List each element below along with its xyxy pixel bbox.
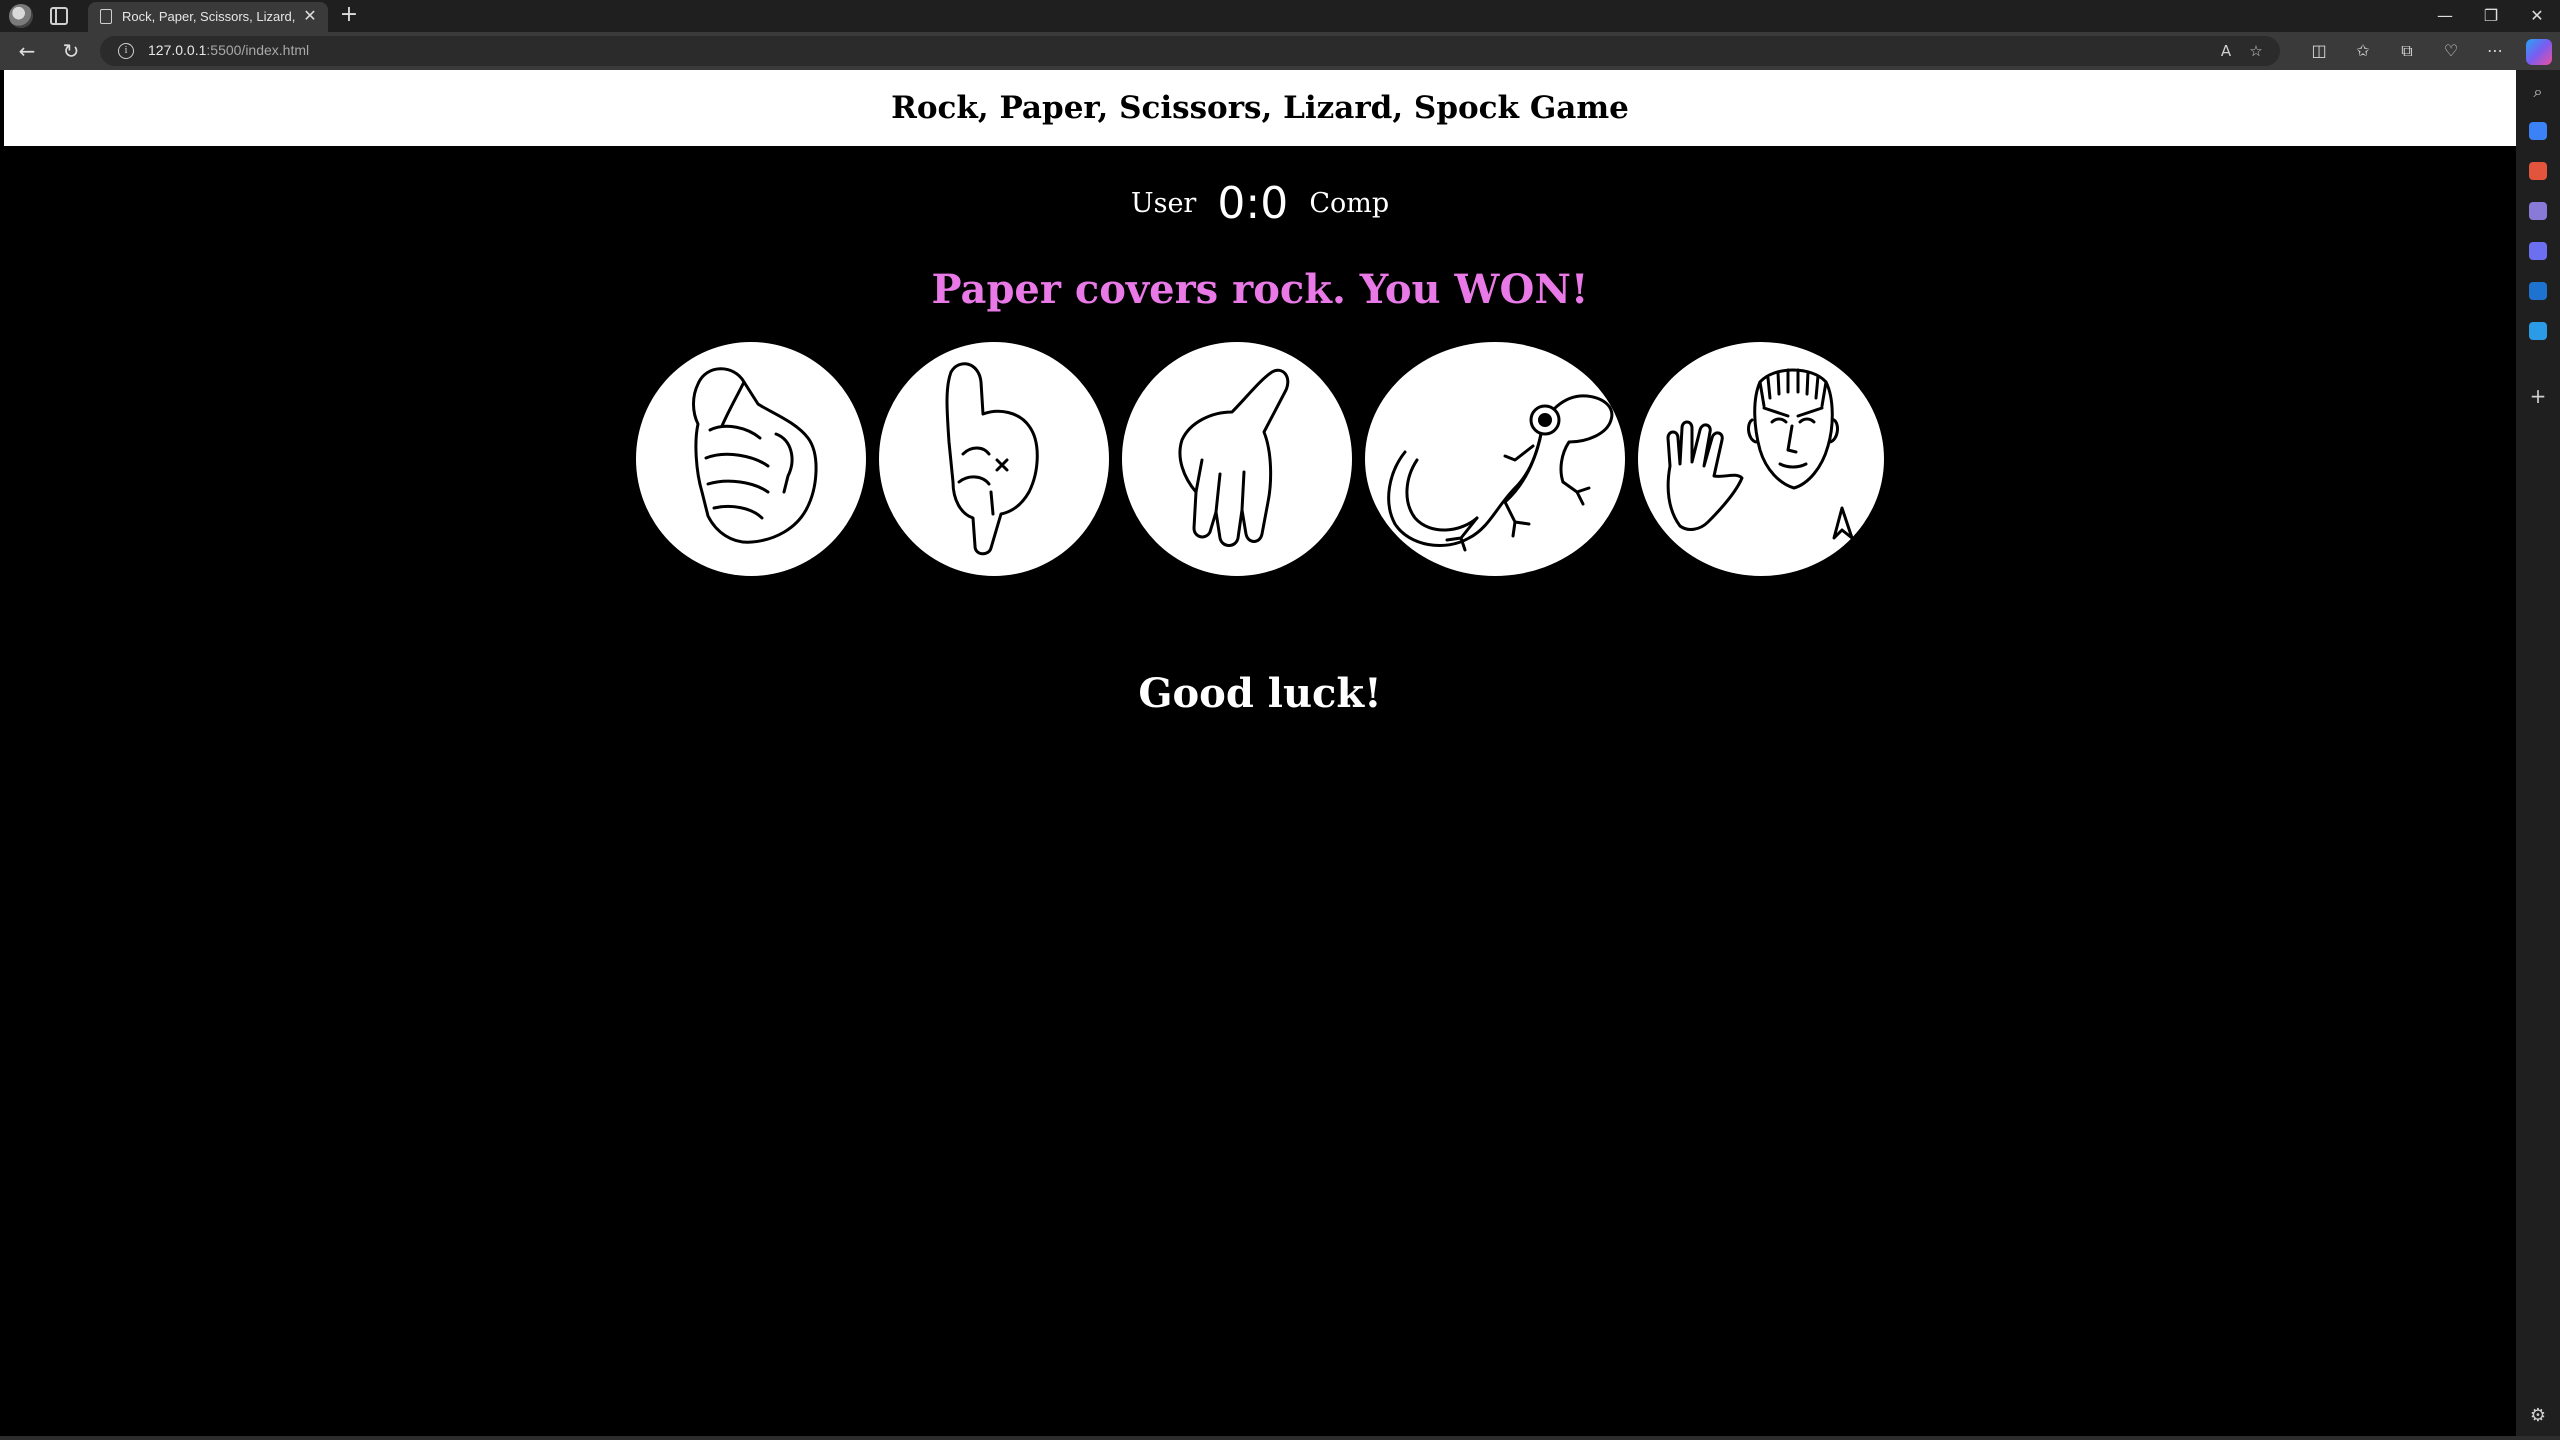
minimize-icon[interactable]: — [2422,0,2468,32]
sidebar-add-icon[interactable]: + [2528,386,2548,406]
spock-icon [1666,368,1854,540]
rock-choice[interactable] [636,342,866,576]
browser-tab-active[interactable]: Rock, Paper, Scissors, Lizard, Spock Gam… [88,2,328,32]
page-header: Rock, Paper, Scissors, Lizard, Spock Gam… [4,70,2516,146]
sidebar-outlook-icon[interactable] [2529,282,2547,300]
status-message: Good luck! [1138,670,1382,717]
window-close-icon[interactable]: ✕ [2514,0,2560,32]
sidebar-send-icon[interactable] [2529,322,2547,340]
profile-avatar[interactable] [9,4,33,28]
back-arrow-icon[interactable]: ← [14,38,40,64]
tab-close-icon[interactable]: ✕ [300,6,320,26]
sidebar-m365-icon[interactable] [2529,242,2547,260]
user-score: 0 [1217,178,1246,229]
favorites-icon[interactable]: ✩ [2352,40,2374,62]
page-viewport: Rock, Paper, Scissors, Lizard, Spock Gam… [4,70,2516,1436]
user-label: User [1130,188,1197,219]
sidebar-shopping-icon[interactable] [2529,122,2547,140]
browser-essentials-icon[interactable]: ♡ [2440,40,2462,62]
sidebar-games-icon[interactable] [2529,202,2547,220]
sidebar-tools-icon[interactable] [2529,162,2547,180]
scissors-choice[interactable] [1122,342,1352,576]
sidebar-settings-icon[interactable]: ⚙ [2528,1406,2548,1426]
result-message: Paper covers rock. You WON! [931,266,1589,313]
lizard-choice[interactable] [1365,342,1625,576]
comp-label: Comp [1309,188,1390,219]
page-icon [100,9,112,24]
split-screen-icon[interactable]: ◫ [2308,40,2330,62]
browser-sidebar: ⌕ + ⚙ [2516,70,2560,1440]
tab-title: Rock, Paper, Scissors, Lizard, Spock Gam… [122,9,298,24]
read-aloud-icon[interactable]: A [2216,41,2236,61]
fist-icon [692,367,818,544]
url-host: 127.0.0.1 [148,42,207,58]
tab-actions-icon[interactable] [50,7,68,25]
lizard-icon [1387,394,1614,552]
address-bar[interactable]: i 127.0.0.1:5500/index.html A ☆ [100,36,2280,66]
score-separator: : [1245,178,1261,229]
url-path: :5500/index.html [206,42,310,58]
site-info-icon[interactable]: i [118,43,134,59]
page-title: Rock, Paper, Scissors, Lizard, Spock Gam… [891,90,1629,126]
copilot-icon[interactable] [2526,39,2552,65]
paper-choice[interactable] [879,342,1109,576]
more-menu-icon[interactable]: ⋯ [2484,40,2506,62]
restore-icon[interactable]: ❐ [2468,0,2514,32]
browser-toolbar: ← ↻ i 127.0.0.1:5500/index.html A ☆ ◫ ✩ … [0,32,2560,70]
new-tab-button[interactable]: + [336,2,362,28]
sidebar-search-icon[interactable]: ⌕ [2528,82,2548,102]
flat-hand-icon [1178,368,1290,547]
browser-tab-bar: Rock, Paper, Scissors, Lizard, Spock Gam… [0,0,2560,32]
comp-score: 0 [1260,178,1289,229]
url-text[interactable]: 127.0.0.1:5500/index.html [148,42,309,58]
collections-icon[interactable]: ⧉ [2396,40,2418,62]
window-bottom-edge [0,1436,2560,1440]
score-value: 0:0 [1217,178,1288,229]
spock-choice[interactable] [1638,342,1884,576]
favorite-star-icon[interactable]: ☆ [2246,41,2266,61]
reload-icon[interactable]: ↻ [58,38,84,64]
pointing-hand-icon [945,362,1039,556]
scoreboard: User 0:0 Comp [4,178,2516,229]
